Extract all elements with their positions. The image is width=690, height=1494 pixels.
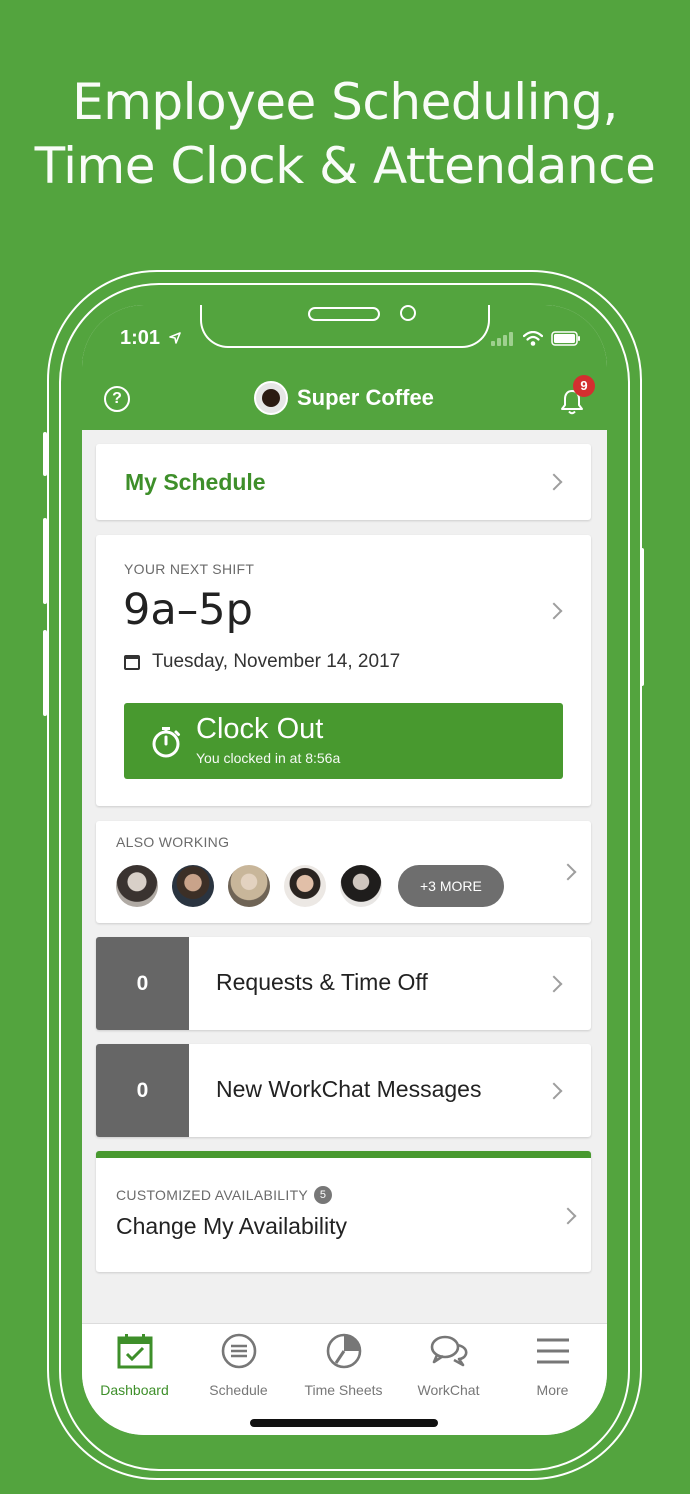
notification-count-badge: 9 <box>573 375 595 397</box>
help-icon[interactable]: ? <box>104 386 130 412</box>
tab-schedule-label: Schedule <box>209 1382 268 1398</box>
avatar[interactable] <box>228 865 270 907</box>
avatar[interactable] <box>172 865 214 907</box>
status-time: 1:01 <box>120 327 181 350</box>
speaker-grille <box>308 307 380 321</box>
tab-dashboard-label: Dashboard <box>100 1382 169 1398</box>
chevron-right-icon <box>545 1082 563 1100</box>
availability-card[interactable]: CUSTOMIZED AVAILABILITY 5 Change My Avai… <box>96 1151 591 1272</box>
phone-volume-down <box>43 630 47 716</box>
also-working-caption: ALSO WORKING <box>116 834 230 850</box>
clocked-in-time: You clocked in at 8:56a <box>196 750 341 766</box>
signal-bars-icon <box>491 331 513 346</box>
status-icons <box>491 331 581 346</box>
calendar-icon <box>124 654 140 670</box>
avatar[interactable] <box>340 865 382 907</box>
chevron-right-icon <box>559 863 577 881</box>
next-shift-card[interactable]: YOUR NEXT SHIFT 9a–5p Tuesday, November … <box>96 535 591 806</box>
chevron-right-icon <box>545 602 563 620</box>
availability-caption: CUSTOMIZED AVAILABILITY <box>116 1187 309 1203</box>
phone-volume-up <box>43 518 47 604</box>
chevron-right-icon <box>545 975 563 993</box>
dashboard-calendar-icon <box>117 1334 152 1369</box>
chat-bubbles-icon <box>430 1335 467 1367</box>
chevron-right-icon <box>545 473 563 491</box>
schedule-list-icon <box>221 1333 256 1369</box>
headline-line-2: Time Clock & Attendance <box>34 137 656 195</box>
company-brand[interactable]: Super Coffee <box>254 381 434 415</box>
wifi-icon <box>523 331 543 346</box>
my-schedule-label: My Schedule <box>125 469 266 495</box>
battery-icon <box>551 331 580 346</box>
my-schedule-card[interactable]: My Schedule <box>96 444 591 520</box>
workchat-messages-card[interactable]: 0 New WorkChat Messages <box>96 1044 591 1137</box>
phone-power-button <box>640 548 644 686</box>
location-arrow-icon <box>168 332 181 344</box>
coworker-avatars: +3 MORE <box>116 865 504 907</box>
next-shift-date-row: Tuesday, November 14, 2017 <box>124 651 400 673</box>
phone-notch <box>200 305 490 348</box>
tab-time-sheets[interactable]: Time Sheets <box>291 1332 396 1398</box>
next-shift-time: 9a–5p <box>123 585 253 635</box>
avatar[interactable] <box>284 865 326 907</box>
avatar[interactable] <box>116 865 158 907</box>
tab-workchat-label: WorkChat <box>417 1382 480 1398</box>
headline-line-1: Employee Scheduling, <box>72 73 618 131</box>
availability-badge: 5 <box>314 1186 333 1204</box>
clock-out-label: Clock Out <box>196 713 324 745</box>
status-bar: 1:01 <box>82 305 607 373</box>
front-camera <box>400 305 416 321</box>
also-working-card[interactable]: ALSO WORKING +3 MORE <box>96 821 591 923</box>
workchat-count: 0 <box>96 1044 189 1137</box>
availability-caption-row: CUSTOMIZED AVAILABILITY 5 <box>116 1186 333 1204</box>
stopwatch-icon <box>152 727 180 758</box>
marketing-headline: Employee Scheduling, Time Clock & Attend… <box>0 70 690 198</box>
company-logo <box>254 381 288 415</box>
tab-more[interactable]: More <box>500 1332 605 1398</box>
tab-schedule[interactable]: Schedule <box>186 1332 291 1398</box>
more-coworkers-pill[interactable]: +3 MORE <box>398 865 504 907</box>
next-shift-caption: YOUR NEXT SHIFT <box>124 561 255 577</box>
change-availability-label: Change My Availability <box>116 1213 347 1239</box>
clock-out-button[interactable]: Clock Out You clocked in at 8:56a <box>124 703 563 779</box>
company-name: Super Coffee <box>297 385 434 410</box>
tab-more-label: More <box>536 1382 569 1398</box>
tab-dashboard[interactable]: Dashboard <box>82 1332 187 1398</box>
phone-screen: 1:01 ? Super Coffee 9 My Schedule YOUR N… <box>82 305 607 1435</box>
next-shift-date: Tuesday, November 14, 2017 <box>152 651 401 672</box>
requests-count: 0 <box>96 937 189 1030</box>
requests-time-off-card[interactable]: 0 Requests & Time Off <box>96 937 591 1030</box>
requests-label: Requests & Time Off <box>216 969 428 995</box>
home-indicator[interactable] <box>250 1419 438 1427</box>
app-header: ? Super Coffee 9 <box>82 373 607 430</box>
time-sheets-clock-icon <box>326 1333 361 1369</box>
tab-time-sheets-label: Time Sheets <box>304 1382 383 1398</box>
chevron-right-icon <box>559 1207 577 1225</box>
workchat-label: New WorkChat Messages <box>216 1076 482 1102</box>
tab-workchat[interactable]: WorkChat <box>396 1332 501 1398</box>
phone-mute-switch <box>43 432 47 476</box>
hamburger-menu-icon <box>536 1338 569 1364</box>
status-time-text: 1:01 <box>120 327 161 349</box>
